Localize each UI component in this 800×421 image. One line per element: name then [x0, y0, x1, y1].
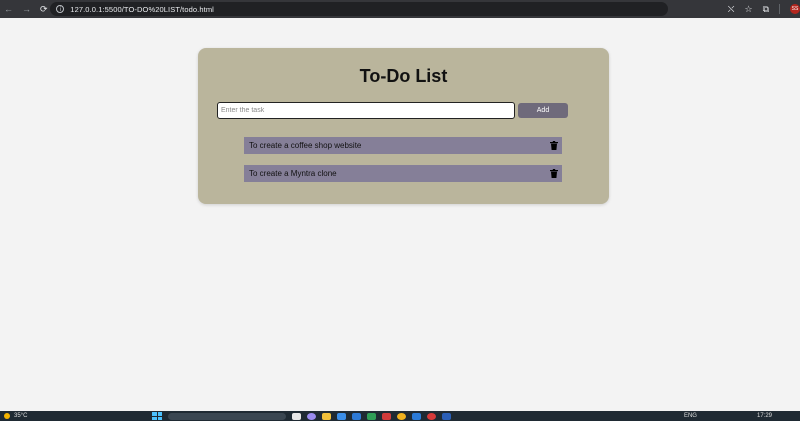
translate-icon[interactable]: ⛌	[728, 4, 735, 15]
vscode-icon[interactable]	[412, 412, 422, 420]
profile-avatar[interactable]: SS	[790, 4, 800, 14]
browser-nav: ← → ⟳	[0, 4, 50, 14]
add-task-button[interactable]: Add	[518, 103, 568, 118]
toolbar-divider	[779, 4, 780, 14]
windows-start-icon[interactable]	[152, 412, 163, 420]
address-bar-url[interactable]: 127.0.0.1:5500/TO-DO%20LIST/todo.html	[70, 5, 214, 14]
task-list: To create a coffee shop website To creat…	[244, 137, 562, 193]
task-item: To create a coffee shop website	[244, 137, 562, 154]
browser-actions: ⛌ ☆ ⧉ SS	[728, 4, 800, 15]
temperature: 35°C	[14, 413, 28, 419]
taskbar-apps	[152, 412, 452, 420]
page-content: To-Do List Add To create a coffee shop w…	[0, 18, 800, 411]
trash-icon[interactable]	[550, 169, 558, 178]
back-icon[interactable]: ←	[4, 4, 13, 14]
copilot-icon[interactable]	[307, 412, 317, 420]
sun-icon	[4, 413, 10, 419]
address-bar[interactable]: i 127.0.0.1:5500/TO-DO%20LIST/todo.html	[50, 2, 668, 16]
windows-taskbar: 35°C ENG 17:29	[0, 411, 800, 421]
file-explorer-icon[interactable]	[322, 412, 332, 420]
language-indicator[interactable]: ENG	[684, 413, 697, 419]
clock[interactable]: 17:29	[757, 413, 772, 419]
trash-icon[interactable]	[550, 141, 558, 150]
task-item: To create a Myntra clone	[244, 165, 562, 182]
excel-icon[interactable]	[367, 412, 377, 420]
weather-widget[interactable]: 35°C	[0, 413, 27, 419]
system-tray: ENG 17:29	[684, 413, 772, 419]
mail-icon[interactable]	[352, 412, 362, 420]
bookmark-star-icon[interactable]: ☆	[744, 4, 752, 15]
chrome-icon[interactable]	[397, 412, 407, 420]
forward-icon[interactable]: →	[22, 4, 31, 14]
gmail-icon[interactable]	[382, 412, 392, 420]
task-label: To create a Myntra clone	[249, 169, 337, 178]
browser-toolbar: ← → ⟳ i 127.0.0.1:5500/TO-DO%20LIST/todo…	[0, 0, 800, 18]
task-view-icon[interactable]	[292, 412, 302, 420]
task-label: To create a coffee shop website	[249, 141, 362, 150]
opera-icon[interactable]	[427, 412, 437, 420]
page-title: To-Do List	[359, 66, 448, 86]
word-icon[interactable]	[442, 412, 452, 420]
reload-icon[interactable]: ⟳	[40, 4, 48, 14]
todo-card: To-Do List Add To create a coffee shop w…	[198, 48, 609, 204]
taskbar-search[interactable]	[168, 412, 287, 420]
extensions-icon[interactable]: ⧉	[763, 4, 769, 15]
site-info-icon[interactable]: i	[56, 5, 65, 13]
store-icon[interactable]	[337, 412, 347, 420]
task-input[interactable]	[217, 102, 515, 119]
